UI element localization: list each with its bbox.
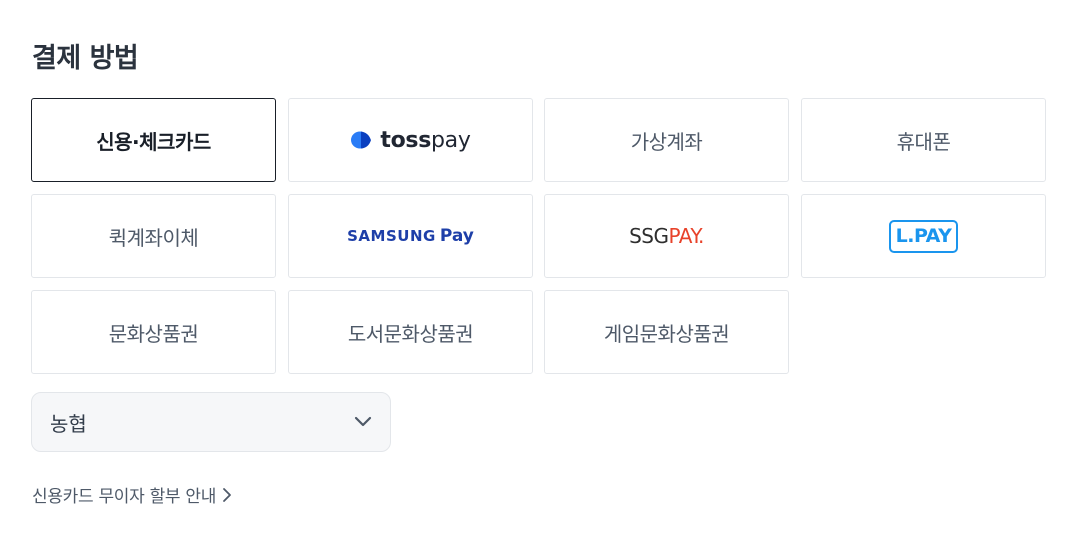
method-samsungpay-button[interactable]: SAMSUNG Pay [288, 194, 533, 278]
bank-select[interactable]: 농협 [31, 392, 391, 452]
toss-logo-icon [351, 131, 372, 149]
method-culture-gift-button[interactable]: 문화상품권 [31, 290, 276, 374]
toss-logo-light: pay [431, 127, 471, 153]
section-title: 결제 방법 [32, 43, 139, 74]
chevron-right-icon [223, 487, 231, 502]
ssg-logo-part1: SSG [629, 224, 669, 248]
method-game-gift-button[interactable]: 게임문화상품권 [544, 290, 789, 374]
samsung-logo-pay: Pay [439, 226, 474, 246]
ssg-logo-part2: PAY. [668, 224, 704, 248]
samsungpay-logo: SAMSUNG Pay [347, 226, 474, 246]
tosspay-logo: tosspay [350, 127, 471, 153]
method-lpay-button[interactable]: L.PAY [801, 194, 1046, 278]
method-card-button[interactable]: 신용·체크카드 [31, 98, 276, 182]
installment-info-label: 신용카드 무이자 할부 안내 [32, 487, 217, 507]
lpay-logo: L.PAY [888, 219, 959, 253]
method-phone-button[interactable]: 휴대폰 [801, 98, 1046, 182]
ssgpay-logo: SSGPAY. [629, 224, 704, 248]
installment-info-link[interactable]: 신용카드 무이자 할부 안내 [32, 482, 232, 507]
toss-logo-bold: toss [380, 127, 432, 153]
payment-method-grid: 신용·체크카드 tosspay 가상계좌 휴대폰 퀵계좌이체 SAMSUNG Pa… [31, 98, 1046, 374]
bank-select-value: 농협 [50, 411, 87, 436]
method-virtual-account-button[interactable]: 가상계좌 [544, 98, 789, 182]
method-tosspay-button[interactable]: tosspay [288, 98, 533, 182]
samsung-logo-brand: SAMSUNG [347, 227, 436, 245]
method-book-gift-button[interactable]: 도서문화상품권 [288, 290, 533, 374]
chevron-down-icon [354, 416, 372, 427]
method-quick-transfer-button[interactable]: 퀵계좌이체 [31, 194, 276, 278]
method-ssgpay-button[interactable]: SSGPAY. [544, 194, 789, 278]
